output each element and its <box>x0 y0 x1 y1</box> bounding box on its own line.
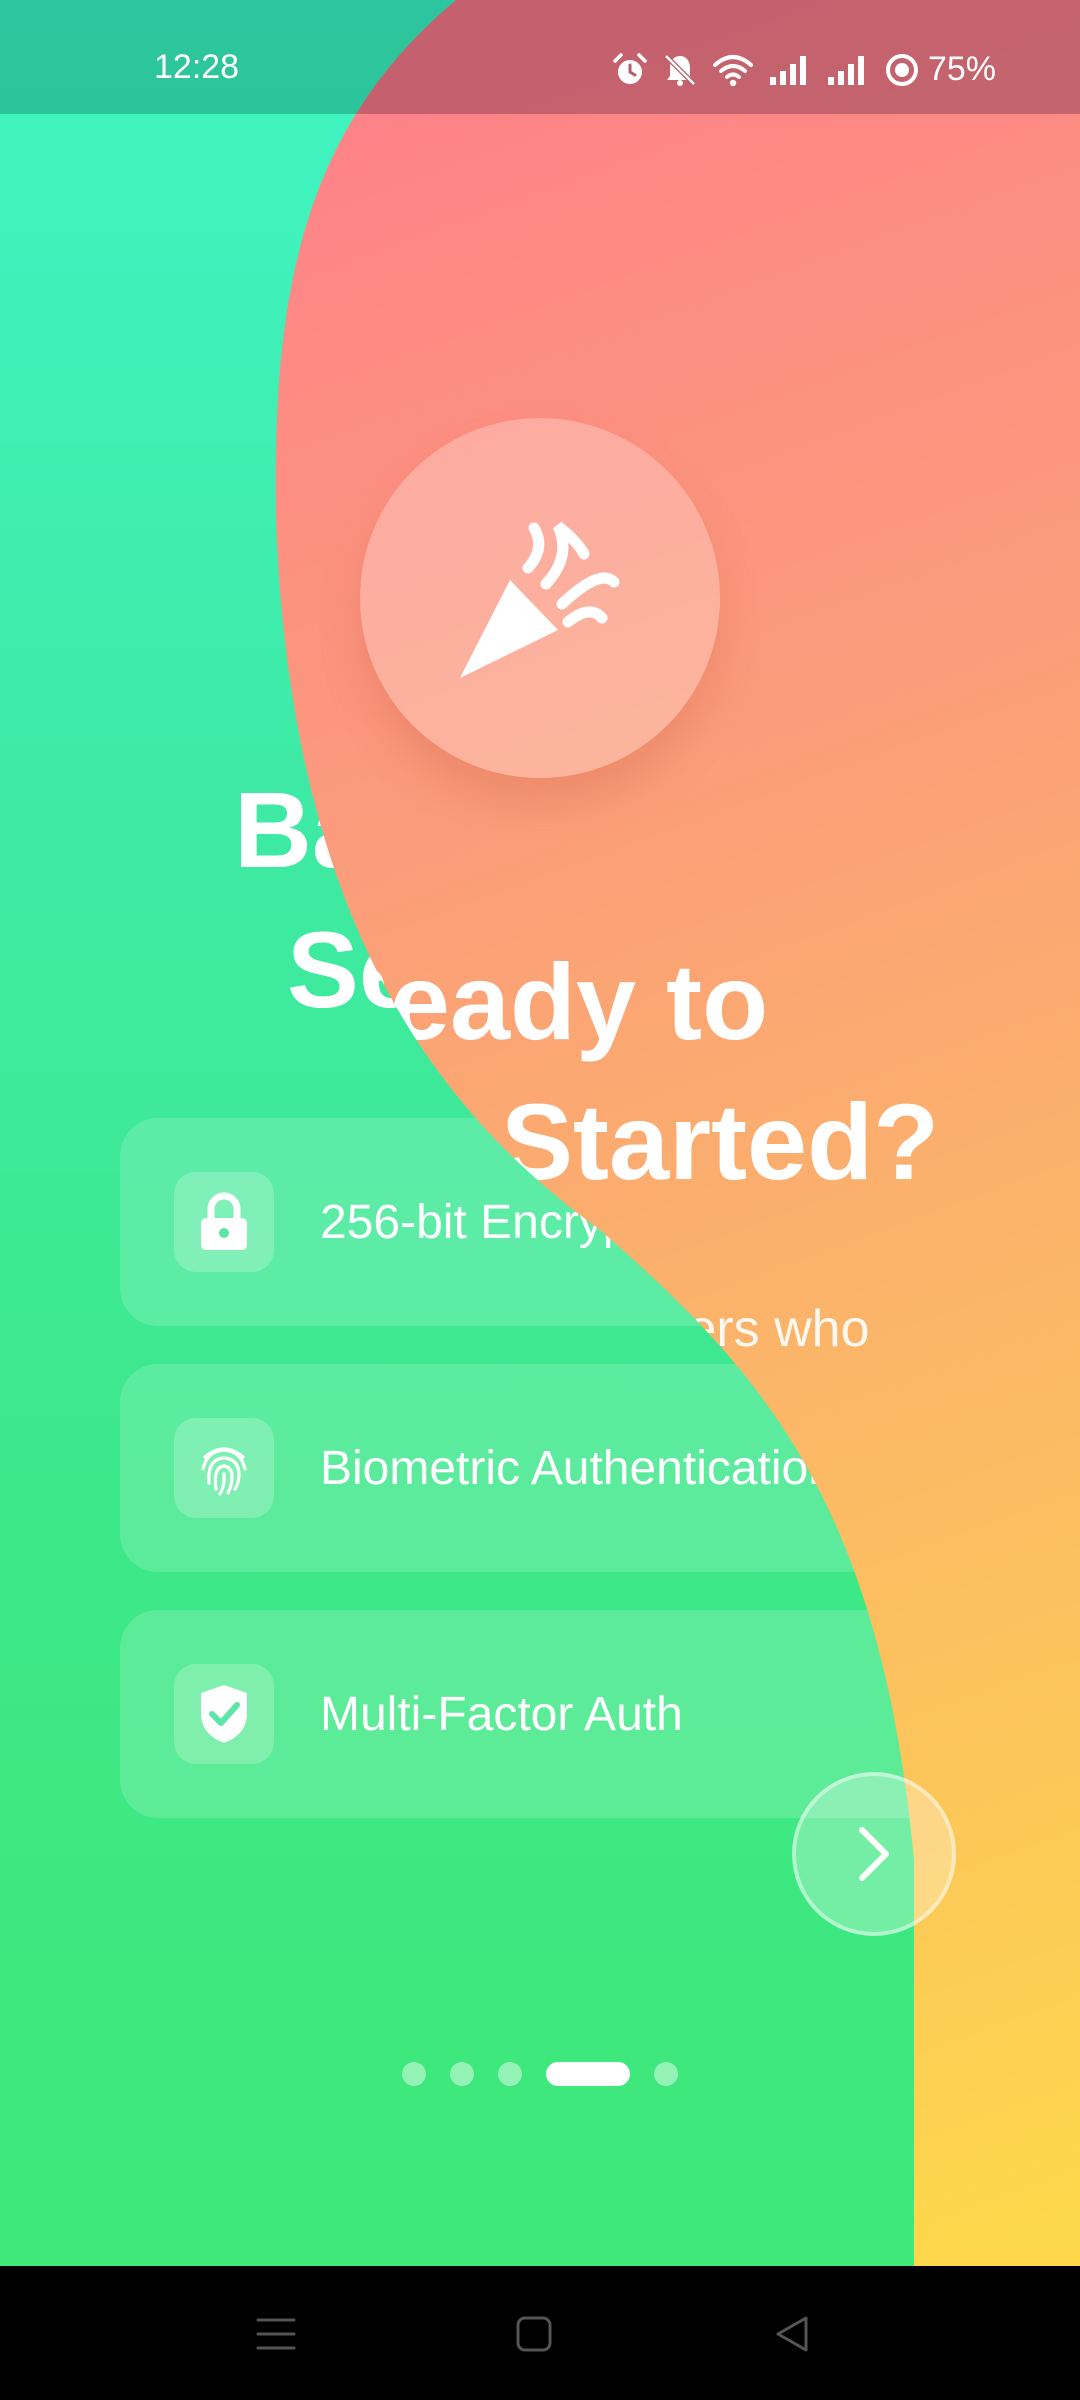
battery-ring-icon <box>885 53 918 86</box>
back-button[interactable] <box>762 2304 822 2364</box>
feature-icon-circle <box>360 418 720 778</box>
chevron-right-icon <box>859 1827 889 1881</box>
page-dot[interactable] <box>498 2062 522 2086</box>
battery-percentage: 75% <box>927 50 996 88</box>
shield-check-icon <box>174 1664 274 1764</box>
onboarding-screen: Ready to Get Started? Join thousands of … <box>0 0 1080 2266</box>
page-dot[interactable] <box>450 2062 474 2086</box>
status-icons: 75% <box>598 50 996 89</box>
page-dot[interactable] <box>654 2062 678 2086</box>
page-dot[interactable] <box>402 2062 426 2086</box>
alarm-icon <box>613 52 647 84</box>
page-dot-active[interactable] <box>546 2062 630 2086</box>
menu-button[interactable] <box>246 2304 306 2364</box>
next-button[interactable] <box>792 1772 956 1936</box>
status-bar: 12:28 75% <box>0 0 1080 114</box>
feature-label: Multi-Factor Auth <box>320 1687 683 1741</box>
home-button[interactable] <box>504 2304 564 2364</box>
feature-label: Biometric Authentication <box>320 1441 835 1495</box>
home-icon <box>516 2316 552 2352</box>
signal-icon <box>827 55 864 85</box>
mute-icon <box>664 53 696 86</box>
menu-icon <box>256 2318 296 2350</box>
fingerprint-icon <box>174 1418 274 1518</box>
lock-icon <box>174 1172 274 1272</box>
status-time: 12:28 <box>154 48 240 86</box>
wifi-icon <box>712 54 753 86</box>
navigation-bar <box>0 2266 1080 2400</box>
signal-icon <box>769 55 806 85</box>
party-popper-icon <box>460 521 620 678</box>
back-icon <box>776 2316 808 2352</box>
